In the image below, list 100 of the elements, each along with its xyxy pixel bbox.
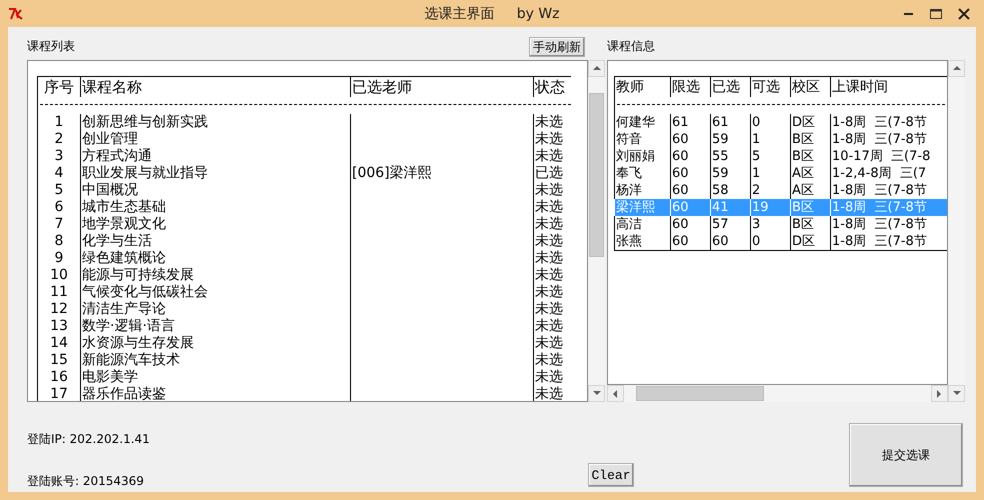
table-cell: 1-8周 三(7-8节 xyxy=(832,132,927,147)
table-cell: 15 xyxy=(50,352,68,368)
table-cell: 已选 xyxy=(535,165,563,181)
scroll-right-button[interactable] xyxy=(931,385,948,402)
submit-button[interactable]: 提交选课 xyxy=(849,423,963,487)
table-cell: 未选 xyxy=(535,318,563,334)
table-cell: 未选 xyxy=(535,199,563,215)
table-cell: 未选 xyxy=(535,233,563,249)
column-header[interactable]: 已选老师 xyxy=(350,77,533,97)
scroll-thumb[interactable] xyxy=(589,93,604,257)
table-cell: 未选 xyxy=(535,216,563,232)
table-cell: 未选 xyxy=(535,301,563,317)
column-header[interactable]: 已选 xyxy=(710,77,750,97)
table-cell: 0 xyxy=(752,115,760,130)
table-cell: 水资源与生存发展 xyxy=(82,335,194,351)
table-cell: [006]梁洋熙 xyxy=(352,165,432,181)
table-cell: 5 xyxy=(752,149,760,164)
table-cell: 气候变化与低碳社会 xyxy=(82,284,208,300)
login-ip-text: 登陆IP: 202.202.1.41 xyxy=(27,431,151,448)
table-cell: 能源与可持续发展 xyxy=(82,267,194,283)
login-account-text: 登陆账号: 20154369 xyxy=(27,473,145,490)
table-cell: 杨洋 xyxy=(616,183,642,198)
table-cell: 58 xyxy=(712,183,729,198)
scroll-up-button[interactable] xyxy=(948,60,965,77)
table-cell: B区 xyxy=(792,217,814,232)
table-cell: 梁洋熙 xyxy=(616,200,655,215)
minimize-icon[interactable] xyxy=(904,12,914,16)
table-cell: 刘丽娟 xyxy=(616,149,655,164)
table-cell: 城市生态基础 xyxy=(82,199,166,215)
table-cell: 2 xyxy=(752,183,760,198)
refresh-button[interactable]: 手动刷新 xyxy=(529,37,585,57)
table-cell: A区 xyxy=(792,166,814,181)
table-cell: 17 xyxy=(50,386,68,401)
table-cell: 0 xyxy=(752,234,760,249)
scroll-up-button[interactable] xyxy=(588,60,605,77)
table-cell: 地学景观文化 xyxy=(82,216,166,232)
table-cell: 职业发展与就业指导 xyxy=(82,165,208,181)
table-cell: 19 xyxy=(752,200,769,215)
table-cell: 5 xyxy=(54,182,64,198)
section-label: 课程信息 xyxy=(607,38,655,55)
table-cell: B区 xyxy=(792,149,814,164)
table-cell: 60 xyxy=(672,132,689,147)
table-cell: 未选 xyxy=(535,250,563,266)
table-cell: 1-8周 三(7-8节 xyxy=(832,115,927,130)
column-header[interactable]: 教师 xyxy=(614,77,670,97)
scroll-down-button[interactable] xyxy=(948,385,965,402)
table-cell: 电影美学 xyxy=(82,369,138,385)
table-cell: 3 xyxy=(54,148,64,164)
table-cell: 未选 xyxy=(535,369,563,385)
table-cell: 1-2,4-8周 三(7 xyxy=(832,166,926,181)
column-header[interactable]: 序号 xyxy=(37,77,80,97)
table-cell: 60 xyxy=(672,183,689,198)
table-cell: 61 xyxy=(672,115,689,130)
scroll-left-button[interactable] xyxy=(607,385,624,402)
table-cell: 9 xyxy=(54,250,64,266)
table-cell: 12 xyxy=(50,301,68,317)
column-header[interactable]: 状态 xyxy=(533,77,571,97)
table-cell: 新能源汽车技术 xyxy=(82,352,180,368)
table-cell: 55 xyxy=(712,149,729,164)
table-cell: 57 xyxy=(712,217,729,232)
table-cell: 奉飞 xyxy=(616,166,642,181)
table-cell: 6 xyxy=(54,199,64,215)
table-cell: 60 xyxy=(672,166,689,181)
table-cell: 清洁生产导论 xyxy=(82,301,166,317)
scroll-thumb[interactable] xyxy=(636,386,764,401)
table-cell: 未选 xyxy=(535,148,563,164)
table-cell: 41 xyxy=(712,200,729,215)
table-cell: 1 xyxy=(752,132,760,147)
table-cell: 14 xyxy=(50,335,68,351)
table-cell: 未选 xyxy=(535,284,563,300)
table-cell: D区 xyxy=(792,234,816,249)
table-cell: 符音 xyxy=(616,132,642,147)
close-icon[interactable] xyxy=(958,8,970,20)
table-cell: 器乐作品读鉴 xyxy=(82,386,166,401)
table-cell: 61 xyxy=(712,115,729,130)
table-cell: 60 xyxy=(672,200,689,215)
app-icon xyxy=(8,6,24,20)
table-cell: 60 xyxy=(672,234,689,249)
clear-button[interactable]: Clear xyxy=(588,463,634,487)
table-cell: 60 xyxy=(672,149,689,164)
table-cell: 1-8周 三(7-8节 xyxy=(832,217,927,232)
column-header[interactable]: 课程名称 xyxy=(80,77,350,97)
table-cell: 13 xyxy=(50,318,68,334)
scroll-down-button[interactable] xyxy=(588,385,605,402)
table-cell: 4 xyxy=(54,165,64,181)
table-cell: 1-8周 三(7-8节 xyxy=(832,234,927,249)
table-cell: 59 xyxy=(712,132,729,147)
table-cell: 未选 xyxy=(535,352,563,368)
column-header[interactable]: 校区 xyxy=(790,77,830,97)
table-cell: B区 xyxy=(792,132,814,147)
maximize-icon[interactable] xyxy=(930,8,942,18)
table-cell: 1 xyxy=(54,114,64,130)
table-cell: D区 xyxy=(792,115,816,130)
table-cell: 创新思维与创新实践 xyxy=(82,114,208,130)
table-cell: 未选 xyxy=(535,267,563,283)
table-cell: A区 xyxy=(792,183,814,198)
column-header[interactable]: 限选 xyxy=(670,77,710,97)
table-cell: 1-8周 三(7-8节 xyxy=(832,200,927,215)
column-header[interactable]: 可选 xyxy=(750,77,790,97)
table-cell: 未选 xyxy=(535,335,563,351)
